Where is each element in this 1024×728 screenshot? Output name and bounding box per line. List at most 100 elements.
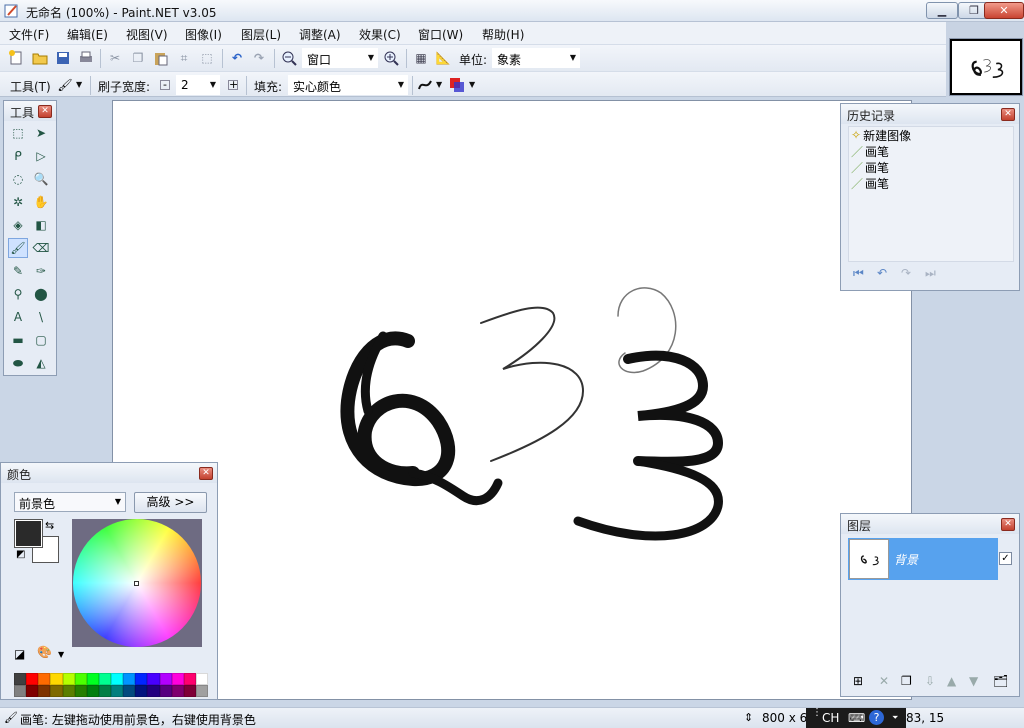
tool-button[interactable]: ⚲ — [8, 284, 28, 304]
tool-button[interactable]: ✎ — [8, 261, 28, 281]
palette-menu-icon[interactable]: ◪ — [14, 647, 25, 661]
rulers-toggle-button[interactable]: 📐 — [434, 49, 452, 67]
merge-layer-down-icon[interactable]: ⇩ — [925, 674, 935, 688]
palette-swatch[interactable] — [183, 685, 196, 697]
tool-button[interactable]: ✋ — [31, 192, 51, 212]
menu-file[interactable]: 文件(F) — [9, 26, 49, 43]
zoom-out-button[interactable] — [280, 49, 298, 67]
antialiasing-button[interactable] — [416, 76, 434, 94]
tool-button[interactable]: ◌ — [8, 169, 28, 189]
palette-options-icon[interactable]: 🎨 — [37, 645, 52, 659]
history-rewind-icon[interactable]: ⏮ — [853, 266, 864, 281]
color-wheel-cursor[interactable] — [134, 581, 139, 586]
tool-button[interactable]: ✲ — [8, 192, 28, 212]
save-button[interactable] — [54, 49, 72, 67]
palette-swatch[interactable] — [147, 673, 160, 685]
tool-button[interactable]: ◈ — [8, 215, 28, 235]
move-layer-up-icon[interactable]: ▲ — [947, 674, 956, 688]
palette-swatch[interactable] — [171, 673, 184, 685]
palette-swatch[interactable] — [111, 673, 124, 685]
undo-button[interactable]: ↶ — [228, 49, 246, 67]
brush-width-combo[interactable]: 2 ▼ — [176, 75, 220, 95]
image-thumbnail[interactable] — [949, 38, 1023, 96]
palette-swatch[interactable] — [50, 673, 63, 685]
tool-button[interactable]: ⬤ — [31, 284, 51, 304]
palette-swatch[interactable] — [98, 685, 111, 697]
layer-properties-icon[interactable]: 🗂 — [993, 674, 1008, 688]
add-layer-icon[interactable]: ⊞ — [853, 674, 863, 688]
brush-width-decrease[interactable]: - — [156, 76, 174, 94]
close-button[interactable]: ✕ — [984, 2, 1024, 19]
reset-colors-icon[interactable]: ◩ — [16, 549, 25, 560]
brush-width-increase[interactable]: + — [224, 76, 242, 94]
new-file-button[interactable] — [7, 49, 25, 67]
menu-window[interactable]: 窗口(W) — [418, 26, 463, 43]
history-item-new-image[interactable]: ✧ 新建图像 — [851, 127, 911, 143]
tool-button[interactable]: ⌫ — [31, 238, 51, 258]
color-target-select[interactable]: 前景色 ▼ — [14, 492, 126, 512]
palette-swatch[interactable] — [159, 685, 172, 697]
cut-button[interactable]: ✂ — [106, 49, 124, 67]
palette-swatch[interactable] — [26, 685, 39, 697]
tool-button[interactable]: ▬ — [8, 330, 28, 350]
palette-swatch[interactable] — [135, 685, 148, 697]
delete-layer-icon[interactable]: ✕ — [879, 674, 889, 688]
open-button[interactable] — [31, 49, 49, 67]
palette-swatch[interactable] — [74, 685, 87, 697]
duplicate-layer-icon[interactable]: ❐ — [901, 674, 912, 688]
ime-language-bar[interactable]: ⋮ CH ⌨ ? ⏷ — [806, 707, 906, 728]
palette-swatch[interactable] — [135, 673, 148, 685]
palette-swatch[interactable] — [50, 685, 63, 697]
tool-button[interactable]: A — [8, 307, 28, 327]
copy-button[interactable]: ❐ — [129, 49, 147, 67]
palette-swatch[interactable] — [123, 673, 136, 685]
tool-button[interactable]: 🖌 — [8, 238, 28, 258]
history-item-paintbrush[interactable]: ／画笔 — [851, 159, 889, 175]
tool-button[interactable]: ➤ — [31, 123, 51, 143]
tool-button[interactable]: ⬬ — [8, 353, 28, 373]
palette-swatch[interactable] — [159, 673, 172, 685]
redo-button[interactable]: ↷ — [250, 49, 268, 67]
drawing-canvas[interactable] — [112, 100, 912, 700]
history-item-paintbrush[interactable]: ／画笔 — [851, 175, 889, 191]
layers-panel-close-button[interactable]: ✕ — [1001, 518, 1015, 531]
palette-swatch[interactable] — [195, 673, 208, 685]
layer-row-background[interactable]: 背景 — [848, 538, 998, 580]
tool-select-button[interactable]: 🖌 — [56, 76, 74, 94]
zoom-combo[interactable]: 窗口 ▼ — [302, 48, 378, 68]
tool-button[interactable]: \ — [31, 307, 51, 327]
zoom-in-button[interactable] — [382, 49, 400, 67]
tool-button[interactable]: ⬚ — [8, 123, 28, 143]
colors-panel-close-button[interactable]: ✕ — [199, 467, 213, 480]
tool-button[interactable]: ▢ — [31, 330, 51, 350]
print-button[interactable] — [77, 49, 95, 67]
menu-edit[interactable]: 编辑(E) — [67, 26, 108, 43]
swap-colors-icon[interactable]: ⇆ — [45, 519, 54, 532]
palette-swatch[interactable] — [74, 673, 87, 685]
advanced-colors-button[interactable]: 高级 >> — [134, 492, 207, 513]
menu-effects[interactable]: 效果(C) — [359, 26, 401, 43]
tool-button[interactable]: ✑ — [31, 261, 51, 281]
palette-swatch[interactable] — [111, 685, 124, 697]
palette-swatch[interactable] — [123, 685, 136, 697]
tool-button[interactable]: ◭ — [31, 353, 51, 373]
minimize-button[interactable]: ▁ — [926, 2, 958, 19]
tool-button[interactable]: ᑭ — [8, 146, 28, 166]
palette-swatch[interactable] — [26, 673, 39, 685]
menu-layers[interactable]: 图层(L) — [241, 26, 281, 43]
history-redo-icon[interactable]: ↷ — [901, 266, 911, 280]
palette-swatch[interactable] — [98, 673, 111, 685]
palette-swatch[interactable] — [62, 685, 75, 697]
grid-toggle-button[interactable]: ▦ — [412, 49, 430, 67]
history-undo-icon[interactable]: ↶ — [877, 266, 887, 280]
palette-swatch[interactable] — [38, 685, 51, 697]
palette-swatch[interactable] — [14, 685, 27, 697]
palette-swatch[interactable] — [195, 685, 208, 697]
paste-button[interactable] — [152, 49, 170, 67]
palette-swatch[interactable] — [86, 685, 99, 697]
history-forward-icon[interactable]: ⏭ — [925, 266, 936, 281]
fill-combo[interactable]: 实心颜色 ▼ — [288, 75, 408, 95]
move-layer-down-icon[interactable]: ▼ — [969, 674, 978, 688]
crop-button[interactable]: ⌗ — [175, 49, 193, 67]
palette-swatch[interactable] — [38, 673, 51, 685]
